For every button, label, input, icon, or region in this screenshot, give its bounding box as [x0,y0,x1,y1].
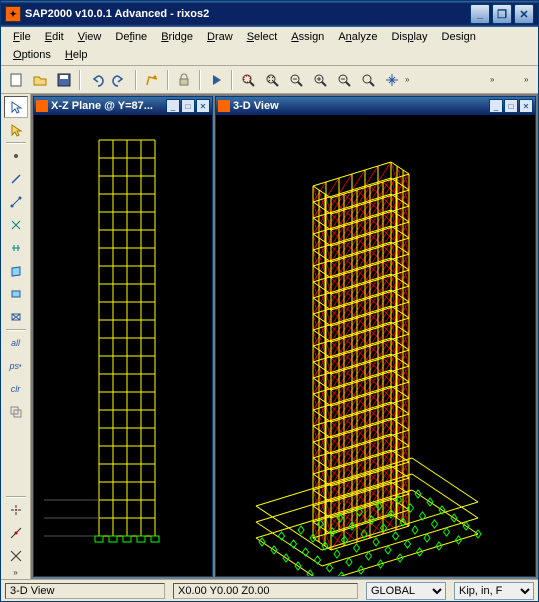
xz-close-button[interactable]: ✕ [196,99,210,113]
title-bar: ✦ SAP2000 v10.0.1 Advanced - rixos2 _ ❐ … [1,1,538,27]
toolbar-overflow-3[interactable]: » [524,75,534,84]
prev-select-button[interactable]: ps• [4,355,28,377]
xz-maximize-button[interactable]: □ [181,99,195,113]
status-bar: 3-D View X0.00 Y0.00 Z0.00 GLOBAL Kip, i… [1,579,538,601]
window-icon [36,100,48,112]
new-button[interactable] [5,69,27,91]
draw-secondary-button[interactable] [4,237,28,259]
zoom-prev-button[interactable] [285,69,307,91]
status-view-name: 3-D View [5,583,165,599]
menu-define[interactable]: Define [109,29,153,45]
zoom-in-button[interactable] [309,69,331,91]
window-xz-title: X-Z Plane @ Y=87... [51,100,165,112]
open-button[interactable] [29,69,51,91]
window-title: SAP2000 v10.0.1 Advanced - rixos2 [25,8,470,20]
minimize-button[interactable]: _ [470,4,490,24]
menu-select[interactable]: Select [241,29,284,45]
lock-button[interactable] [173,69,195,91]
zoom-out-button[interactable] [333,69,355,91]
draw-brace-button[interactable] [4,214,28,236]
save-button[interactable] [53,69,75,91]
toolbar-overflow-2[interactable]: » [490,75,500,84]
restore-button[interactable]: ❐ [492,4,512,24]
draw-rect-button[interactable] [4,283,28,305]
menu-options[interactable]: Options [7,47,57,63]
clear-select-button[interactable]: clr [4,378,28,400]
draw-quick-frame-button[interactable] [4,191,28,213]
window-xz-plane: X-Z Plane @ Y=87... _ □ ✕ [33,96,213,577]
menu-bar: File Edit View Define Bridge Draw Select… [1,27,538,66]
run-button[interactable] [205,69,227,91]
menu-design[interactable]: Design [436,29,482,45]
close-button[interactable]: ✕ [514,4,534,24]
app-icon: ✦ [5,6,21,22]
menu-display[interactable]: Display [385,29,433,45]
main-area: all ps• clr » X-Z Plane @ Y=87... _ □ ✕ [1,94,538,579]
menu-bridge[interactable]: Bridge [155,29,199,45]
redo-button[interactable] [109,69,131,91]
undo-button[interactable] [85,69,107,91]
menu-draw[interactable]: Draw [201,29,239,45]
3d-maximize-button[interactable]: □ [504,99,518,113]
refresh-button[interactable] [141,69,163,91]
snap-line-button[interactable] [4,545,28,567]
pointer-button[interactable] [4,96,28,118]
zoom-extents-button[interactable] [261,69,283,91]
draw-quick-area-button[interactable] [4,306,28,328]
xz-viewport[interactable] [34,115,212,576]
3d-minimize-button[interactable]: _ [489,99,503,113]
draw-area-button[interactable] [4,260,28,282]
window-3d-title: 3-D View [233,100,488,112]
intersect-select-button[interactable] [4,401,28,423]
3d-viewport[interactable] [216,115,535,576]
select-all-button[interactable]: all [4,332,28,354]
units-select[interactable]: Kip, in, F [454,582,534,600]
draw-toolbar: all ps• clr » [1,94,31,579]
xz-minimize-button[interactable]: _ [166,99,180,113]
xz-model [34,115,212,576]
3d-close-button[interactable]: ✕ [519,99,533,113]
snap-mid-button[interactable] [4,522,28,544]
window-3d-titlebar[interactable]: 3-D View _ □ ✕ [216,97,535,115]
zoom-one-button[interactable] [357,69,379,91]
toolbar-overflow-1[interactable]: » [405,75,415,84]
status-coords: X0.00 Y0.00 Z0.00 [173,583,358,599]
3d-model [216,115,516,576]
left-toolbar-overflow[interactable]: » [11,568,21,577]
window-3d-view: 3-D View _ □ ✕ [215,96,536,577]
menu-view[interactable]: View [72,29,108,45]
mdi-area: X-Z Plane @ Y=87... _ □ ✕ 3-D View _ □ ✕ [31,94,538,579]
menu-edit[interactable]: Edit [39,29,70,45]
main-toolbar: » » » [1,66,538,94]
menu-help[interactable]: Help [59,47,94,63]
menu-assign[interactable]: Assign [285,29,330,45]
menu-analyze[interactable]: Analyze [332,29,383,45]
reshape-button[interactable] [4,119,28,141]
window-icon [218,100,230,112]
snap-point-button[interactable] [4,499,28,521]
pan-button[interactable] [381,69,403,91]
draw-frame-button[interactable] [4,168,28,190]
draw-special-button[interactable] [4,145,28,167]
menu-file[interactable]: File [7,29,37,45]
coord-system-select[interactable]: GLOBAL [366,582,446,600]
window-xz-titlebar[interactable]: X-Z Plane @ Y=87... _ □ ✕ [34,97,212,115]
zoom-window-button[interactable] [237,69,259,91]
